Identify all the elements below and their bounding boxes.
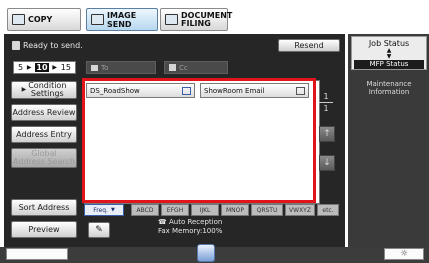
pager-divider [319, 102, 333, 103]
image-send-tab[interactable]: IMAGE SEND [86, 8, 158, 31]
pager-current: 1 [323, 92, 329, 101]
address-entry-button[interactable]: Address Entry [11, 126, 77, 143]
status-message: Ready to send. [23, 40, 83, 50]
arrow-down-icon: ↓ [323, 158, 331, 168]
document-filing-tab[interactable]: DOCUMENT FILING [160, 8, 232, 31]
copy-tab-label: COPY [28, 15, 53, 24]
toggle-arrows-icon: ▲ ▼ [386, 47, 392, 60]
index-tab-freq[interactable]: Freq. ▼ [84, 204, 124, 216]
scroll-down-button[interactable]: ↓ [319, 155, 335, 171]
index-tab-abcd[interactable]: ABCD [131, 204, 159, 216]
document-filing-label: DOCUMENT FILING [181, 10, 233, 28]
index-tab-mnop[interactable]: MNOP [221, 204, 249, 216]
highlight-frame [82, 78, 316, 203]
cc-icon [169, 64, 176, 71]
image-send-tab-label: IMAGE SEND [107, 10, 137, 29]
address-review-button[interactable]: Address Review [11, 104, 77, 121]
job-status-panel[interactable]: Job Status ▲ ▼ MFP Status [351, 36, 427, 70]
page-prev-arrow-icon[interactable]: ▶ [27, 64, 32, 71]
maintenance-information-button[interactable]: Maintenance Information [352, 80, 426, 96]
image-send-icon [91, 14, 104, 25]
cc-label: Cc [179, 63, 188, 72]
pencil-icon: ✎ [95, 225, 103, 235]
pager-total: 1 [323, 104, 329, 113]
index-tab-qrstu[interactable]: QRSTU [251, 204, 283, 216]
global-address-search-button[interactable]: Global Address Search [11, 148, 77, 168]
mfp-status-button[interactable]: MFP Status [354, 60, 424, 69]
edit-address-button[interactable]: ✎ [88, 222, 110, 238]
index-tab-ijkl[interactable]: IJKL [191, 204, 219, 216]
condition-arrow-icon: ▶ [21, 86, 27, 93]
page-current: 5 [18, 63, 24, 72]
auto-reception-line: ☎ Auto Reception [158, 218, 223, 226]
page-range-nav[interactable]: 5 ▶ 10 ▶ 15 [13, 61, 76, 74]
fax-reception-icon: ☎ [158, 218, 167, 226]
condition-settings-button[interactable]: ▶ Condition Settings [11, 81, 77, 99]
resend-button[interactable]: Resend [278, 39, 340, 52]
arrow-up-icon: ↑ [323, 129, 331, 139]
index-tab-etc[interactable]: etc. [317, 204, 339, 216]
copy-tab[interactable]: COPY [7, 8, 81, 31]
page-next: 15 [60, 63, 71, 72]
preview-button[interactable]: Preview [11, 221, 77, 238]
cc-field[interactable]: Cc [164, 61, 228, 74]
status-indicator-icon [12, 40, 20, 50]
copier-icon [12, 14, 25, 25]
to-label: To [101, 63, 109, 72]
page-next-arrow-icon[interactable]: ▶ [52, 64, 57, 71]
index-tab-efgh[interactable]: EFGH [161, 204, 189, 216]
help-icon[interactable] [197, 244, 215, 262]
to-icon [91, 64, 98, 71]
scroll-up-button[interactable]: ↑ [319, 126, 335, 142]
page-selected: 10 [35, 63, 49, 72]
sort-address-button[interactable]: Sort Address [11, 199, 77, 216]
pager: 1 1 [316, 92, 336, 116]
brightness-button[interactable]: ☼ [384, 248, 424, 260]
index-tab-vwxyz[interactable]: VWXYZ [285, 204, 315, 216]
system-key-left[interactable] [6, 248, 68, 260]
reception-status: ☎ Auto Reception Fax Memory:100% [158, 218, 268, 236]
fax-memory-line: Fax Memory:100% [158, 227, 223, 235]
status-line: Ready to send. [12, 38, 83, 52]
brightness-icon: ☼ [399, 249, 409, 259]
dropdown-arrow-icon: ▼ [110, 207, 115, 213]
to-field[interactable]: To [86, 61, 156, 74]
document-filing-icon [165, 14, 178, 25]
